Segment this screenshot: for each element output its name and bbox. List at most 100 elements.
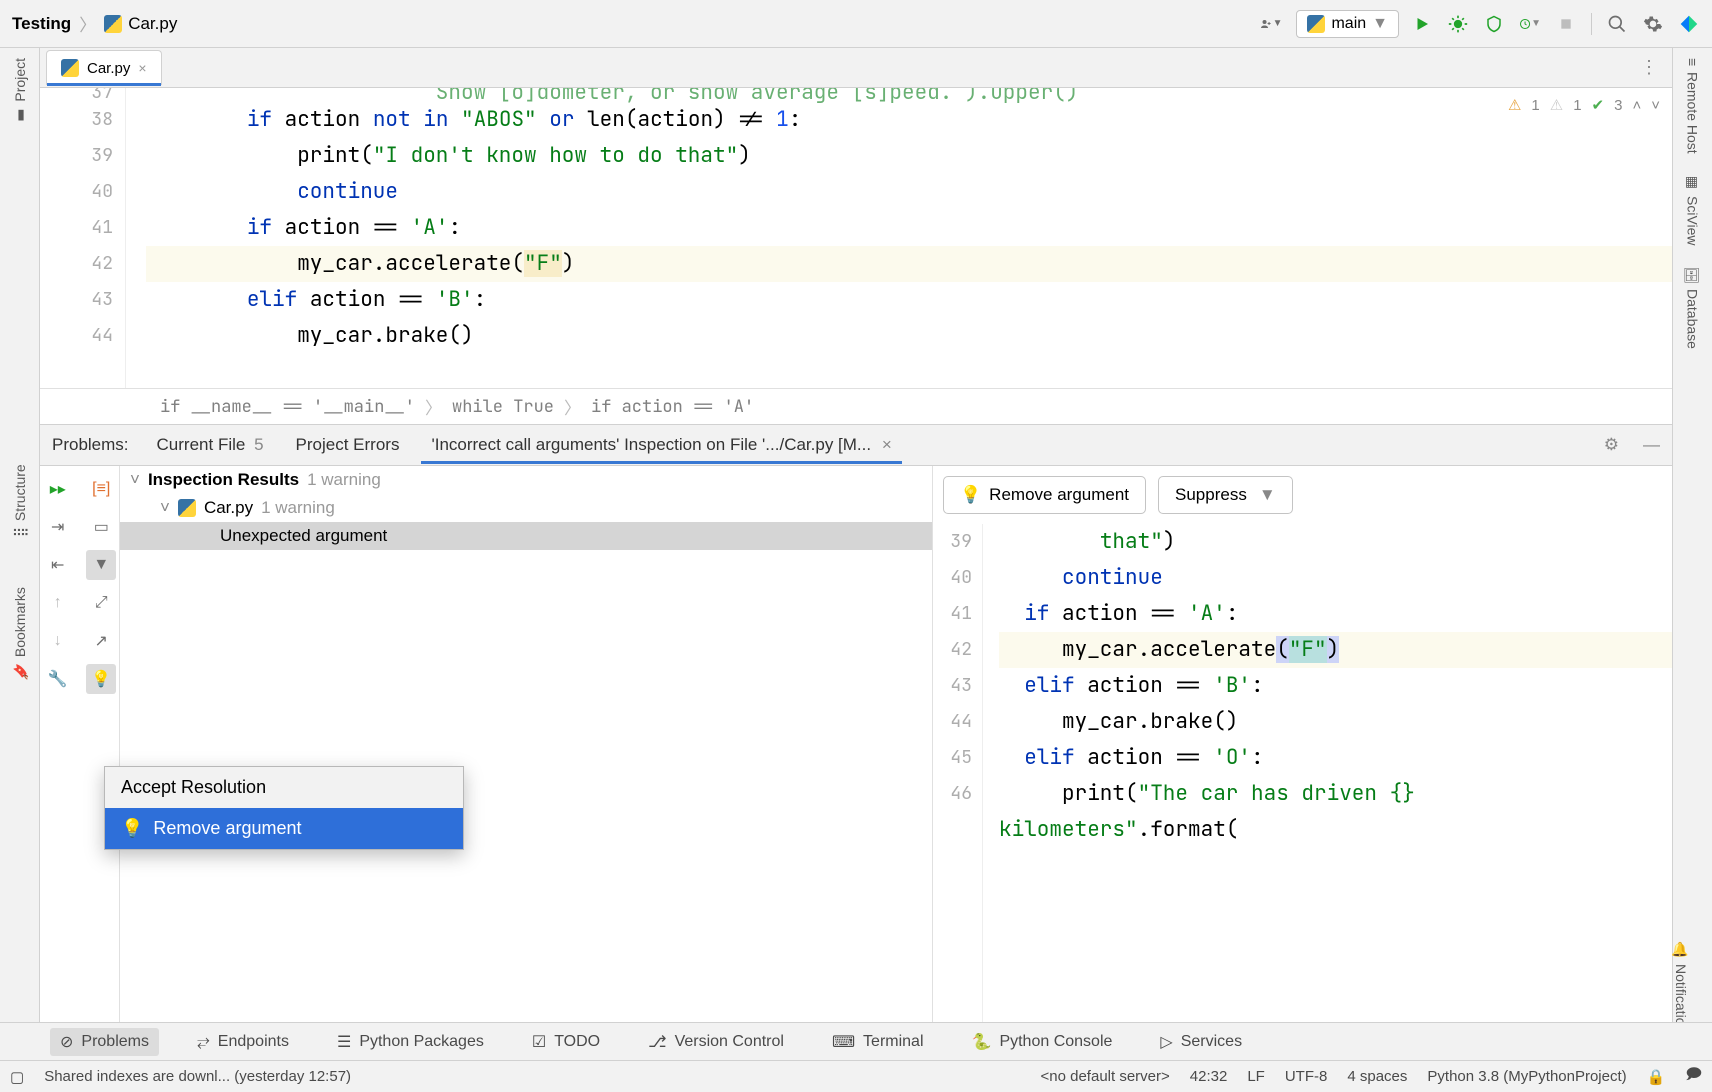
status-window-icon[interactable]: ▢ <box>10 1068 24 1086</box>
tree-file[interactable]: ˅ Car.py 1 warning <box>120 494 932 522</box>
tree-file-count: 1 warning <box>261 498 335 518</box>
project-label: Project <box>12 58 28 102</box>
python-file-icon <box>61 59 79 77</box>
filter-icon[interactable]: ▼ <box>86 550 116 580</box>
tab-inspection[interactable]: 'Incorrect call arguments' Inspection on… <box>427 427 895 463</box>
python-file-icon <box>178 499 196 517</box>
code-crumb[interactable]: if action == 'A' <box>591 396 754 418</box>
prev-icon[interactable]: ↑ <box>43 588 73 618</box>
code-crumb[interactable]: while True <box>452 396 554 418</box>
status-encoding[interactable]: UTF-8 <box>1285 1068 1328 1085</box>
settings-icon[interactable]: 🔧 <box>43 664 73 694</box>
bulb-icon[interactable]: 💡 <box>86 664 116 694</box>
chevron-down-icon[interactable]: ˅ <box>1651 97 1660 114</box>
problems-title: Problems: <box>52 435 129 455</box>
more-icon[interactable]: ⋮ <box>1626 57 1672 78</box>
highlight-icon[interactable]: [≡] <box>86 474 116 504</box>
database-button[interactable]: 🗄 Database <box>1685 255 1701 359</box>
minimize-icon[interactable]: — <box>1643 435 1660 455</box>
editor-code-area[interactable]: Show [o]dometer, or show average [s]peed… <box>126 88 1672 388</box>
collapse-icon[interactable]: ⇤ <box>43 550 73 580</box>
profile-icon[interactable]: ▼ <box>1519 13 1541 35</box>
lock-icon[interactable]: 🔒 <box>1647 1068 1666 1086</box>
database-icon: 🗄 <box>1685 265 1701 283</box>
inspection-badges[interactable]: ⚠1 ⚠1 ✔3 ˄ ˅ <box>1508 96 1660 114</box>
open-icon[interactable]: ↗ <box>86 626 116 656</box>
status-indexing[interactable]: Shared indexes are downl... (yesterday 1… <box>44 1068 351 1085</box>
autoscroll-icon[interactable]: ⤢ <box>86 588 116 618</box>
next-icon[interactable]: ↓ <box>43 626 73 656</box>
breadcrumb-file[interactable]: Car.py <box>104 14 177 34</box>
popup-item-label: Remove argument <box>153 818 301 839</box>
jetbrains-icon[interactable] <box>1678 13 1700 35</box>
chevron-down-icon: ▼ <box>1259 485 1276 505</box>
problems-icon: ⊘ <box>60 1032 73 1052</box>
help-icon[interactable]: 🗩 <box>1685 1064 1702 1089</box>
debug-icon[interactable] <box>1447 13 1469 35</box>
editor-gutter: 3738394041424344 <box>40 88 126 388</box>
tool-python-packages[interactable]: ☰Python Packages <box>327 1028 494 1056</box>
preview-code[interactable]: that") continue if action == 'A': my_car… <box>983 524 1672 1060</box>
close-icon[interactable]: × <box>138 60 146 76</box>
code-editor[interactable]: 3738394041424344 Show [o]dometer, or sho… <box>40 88 1672 388</box>
gear-icon[interactable]: ⚙ <box>1604 435 1619 455</box>
bell-icon: 🔔 <box>1673 941 1689 958</box>
project-tool-button[interactable]: ▮ Project <box>12 48 28 134</box>
tree-root[interactable]: ˅ Inspection Results 1 warning <box>120 466 932 494</box>
tab-project-errors[interactable]: Project Errors <box>292 427 404 463</box>
warning-icon: ⚠ <box>1508 96 1521 114</box>
chevron-up-icon[interactable]: ˄ <box>1632 97 1641 114</box>
code-breadcrumbs[interactable]: if __name__ == '__main__'〉while True〉if … <box>40 388 1672 424</box>
stop-icon[interactable] <box>1555 13 1577 35</box>
badge-count: 3 <box>1614 97 1622 114</box>
tool-problems[interactable]: ⊘Problems <box>50 1028 159 1056</box>
tool-python-console[interactable]: 🐍Python Console <box>962 1028 1123 1056</box>
tab-current-file[interactable]: Current File 5 <box>153 427 268 463</box>
status-indent[interactable]: 4 spaces <box>1347 1068 1407 1085</box>
breadcrumb-file-label: Car.py <box>128 14 177 34</box>
sciview-button[interactable]: ▦ SciView <box>1685 164 1701 256</box>
popup-remove-argument[interactable]: 💡 Remove argument <box>105 808 463 849</box>
export-icon[interactable]: ▭ <box>86 512 116 542</box>
right-tool-rail: ≡ Remote Host ▦ SciView 🗄 Database 🔔 Not… <box>1672 48 1712 1060</box>
tool-todo[interactable]: ☑TODO <box>522 1028 610 1056</box>
coverage-icon[interactable] <box>1483 13 1505 35</box>
tool-services[interactable]: ▷Services <box>1150 1028 1252 1056</box>
inspection-tree[interactable]: ˅ Inspection Results 1 warning ˅ Car.py … <box>120 466 932 1060</box>
bookmarks-tool-button[interactable]: 🔖 Bookmarks <box>12 577 28 690</box>
rerun-icon[interactable]: ▸▸ <box>43 474 73 504</box>
breadcrumb-project[interactable]: Testing <box>12 14 71 34</box>
run-icon[interactable] <box>1411 13 1433 35</box>
tool-label: Python Console <box>999 1033 1112 1051</box>
gear-icon[interactable] <box>1642 13 1664 35</box>
status-caret-pos[interactable]: 42:32 <box>1190 1068 1228 1085</box>
tree-issue[interactable]: Unexpected argument <box>120 522 932 550</box>
tree-root-count: 1 warning <box>307 470 381 490</box>
remove-argument-button[interactable]: 💡 Remove argument <box>943 476 1146 514</box>
tree-root-label: Inspection Results <box>148 470 299 490</box>
chevron-right-icon: 〉 <box>79 11 96 36</box>
add-user-icon[interactable]: ▼ <box>1260 13 1282 35</box>
search-icon[interactable] <box>1606 13 1628 35</box>
expand-icon[interactable]: ⇥ <box>43 512 73 542</box>
structure-label: Structure <box>12 464 28 521</box>
tool-version-control[interactable]: ⎇Version Control <box>638 1028 794 1056</box>
endpoints-icon: ⥂ <box>197 1033 210 1051</box>
popup-accept-resolution[interactable]: Accept Resolution <box>105 767 463 808</box>
suppress-button[interactable]: Suppress ▼ <box>1158 476 1293 514</box>
remote-host-button[interactable]: ≡ Remote Host <box>1685 48 1701 164</box>
close-icon[interactable]: × <box>882 435 892 454</box>
tool-terminal[interactable]: ⌨Terminal <box>822 1028 934 1056</box>
problems-panel-body: ▸▸ [≡] ⇥ ▭ ⇤ ▼ ↑ ⤢ ↓ ↗ 🔧 💡 ˅ Inspection … <box>40 466 1672 1060</box>
structure-tool-button[interactable]: ⣿ Structure <box>12 454 28 547</box>
status-sdk[interactable]: Python 3.8 (MyPythonProject) <box>1427 1068 1626 1085</box>
tool-endpoints[interactable]: ⥂Endpoints <box>187 1029 299 1055</box>
status-line-sep[interactable]: LF <box>1247 1068 1265 1085</box>
status-server[interactable]: <no default server> <box>1041 1068 1170 1085</box>
code-crumb[interactable]: if __name__ == '__main__' <box>160 396 415 418</box>
quickfix-popup: Accept Resolution 💡 Remove argument <box>104 766 464 850</box>
tool-label: Services <box>1181 1033 1242 1051</box>
editor-tab-car[interactable]: Car.py × <box>46 50 162 85</box>
inspection-preview: 💡 Remove argument Suppress ▼ 39404142434… <box>932 466 1672 1060</box>
run-config-selector[interactable]: main ▼ <box>1296 10 1399 38</box>
